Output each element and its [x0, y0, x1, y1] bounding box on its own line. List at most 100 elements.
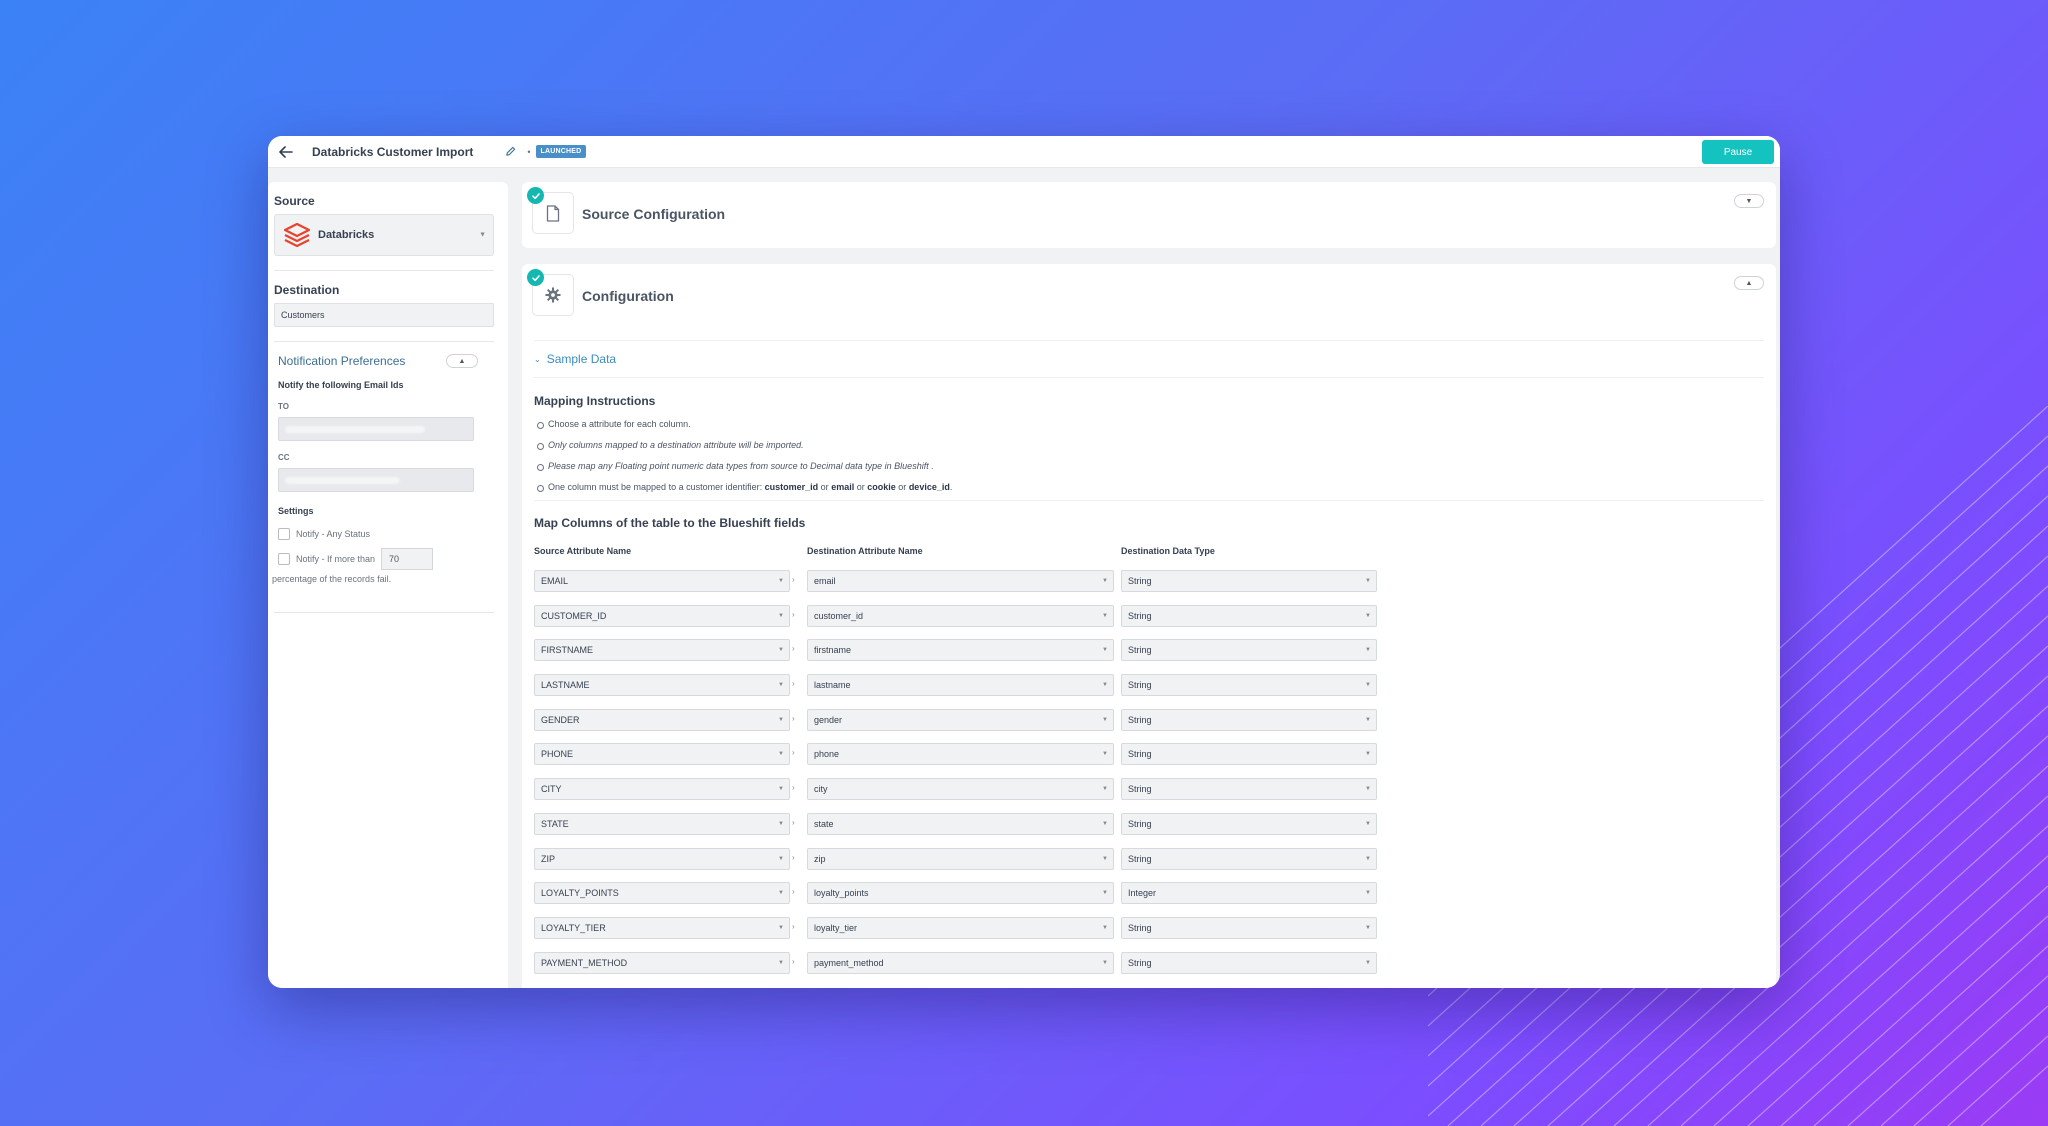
- expand-source-config-button[interactable]: ▼: [1734, 194, 1764, 208]
- chevron-right-icon: ›: [792, 887, 795, 897]
- redacted-text: [285, 425, 425, 433]
- caret-down-icon: ▼: [1365, 786, 1371, 793]
- threshold-input[interactable]: 70: [381, 548, 434, 570]
- source-configuration-card: Source Configuration ▼: [522, 182, 1776, 248]
- chevron-right-icon: ›: [792, 783, 795, 793]
- to-email-field[interactable]: [278, 417, 474, 441]
- source-attribute-select[interactable]: LOYALTY_TIER ▼: [534, 916, 790, 939]
- source-attribute-select[interactable]: CITY ▼: [534, 778, 790, 801]
- caret-down-icon: ▼: [778, 612, 784, 619]
- notification-title: Notification Preferences: [278, 354, 406, 368]
- destination-attribute-select[interactable]: state ▼: [807, 812, 1114, 835]
- destination-attribute-value: loyalty_points: [814, 888, 869, 899]
- source-attribute-select[interactable]: PAYMENT_METHOD ▼: [534, 951, 790, 974]
- source-attribute-select[interactable]: FIRSTNAME ▼: [534, 639, 790, 662]
- destination-attribute-select[interactable]: gender ▼: [807, 708, 1114, 731]
- collapse-config-button[interactable]: ▲: [1734, 276, 1764, 290]
- source-attribute-value: PHONE: [541, 749, 574, 760]
- source-attribute-value: GENDER: [541, 714, 580, 725]
- destination-attribute-select[interactable]: customer_id ▼: [807, 604, 1114, 627]
- app-window: Databricks Customer Import • LAUNCHED Pa…: [268, 136, 1780, 988]
- chevron-right-icon: ›: [792, 852, 795, 862]
- destination-attribute-select[interactable]: firstname ▼: [807, 639, 1114, 662]
- divider: [274, 270, 494, 271]
- source-select[interactable]: Databricks ▼: [274, 214, 494, 256]
- data-type-value: String: [1128, 853, 1152, 864]
- destination-attribute-select[interactable]: payment_method ▼: [807, 951, 1114, 974]
- destination-attribute-value: city: [814, 784, 828, 795]
- caret-down-icon: ▼: [1102, 855, 1108, 862]
- source-attribute-select[interactable]: STATE ▼: [534, 812, 790, 835]
- caret-down-icon: ▼: [1102, 786, 1108, 793]
- chevron-right-icon: ›: [792, 921, 795, 931]
- destination-attribute-select[interactable]: loyalty_points ▼: [807, 882, 1114, 905]
- data-type-select[interactable]: String ▼: [1121, 570, 1377, 592]
- data-type-select[interactable]: String ▼: [1121, 812, 1377, 835]
- data-type-select[interactable]: String ▼: [1121, 847, 1377, 870]
- caret-down-icon: ▼: [778, 647, 784, 654]
- destination-attribute-select[interactable]: lastname ▼: [807, 674, 1114, 697]
- sample-data-section: ⌄ Sample Data: [534, 340, 1764, 378]
- any-status-checkbox[interactable]: [278, 528, 290, 540]
- destination-attribute-select[interactable]: city ▼: [807, 778, 1114, 801]
- source-attribute-select[interactable]: ZIP ▼: [534, 847, 790, 870]
- data-type-select[interactable]: String ▼: [1121, 639, 1377, 662]
- data-type-select[interactable]: String ▼: [1121, 708, 1377, 731]
- data-type-select[interactable]: String ▼: [1121, 674, 1377, 697]
- destination-field[interactable]: Customers: [274, 303, 494, 327]
- caret-down-icon: ▼: [479, 231, 486, 239]
- source-attribute-value: LOYALTY_POINTS: [541, 888, 619, 899]
- source-attribute-select[interactable]: GENDER ▼: [534, 708, 790, 731]
- caret-down-icon: ▼: [778, 578, 784, 584]
- source-attribute-select[interactable]: EMAIL ▼: [534, 570, 790, 592]
- caret-down-icon: ▼: [778, 924, 784, 931]
- destination-attribute-select[interactable]: zip ▼: [807, 847, 1114, 870]
- caret-down-icon: ▼: [1102, 890, 1108, 897]
- caret-down-icon: ▼: [1102, 959, 1108, 966]
- source-attribute-select[interactable]: LOYALTY_POINTS ▼: [534, 882, 790, 905]
- edit-title-button[interactable]: [501, 143, 519, 161]
- source-attribute-select[interactable]: CUSTOMER_ID ▼: [534, 604, 790, 627]
- back-button[interactable]: [274, 140, 298, 164]
- threshold-option: Notify - If more than 70: [278, 548, 502, 570]
- data-type-select[interactable]: String ▼: [1121, 951, 1377, 974]
- data-type-select[interactable]: Integer ▼: [1121, 882, 1377, 905]
- caret-down-icon: ▼: [1102, 612, 1108, 619]
- data-type-select[interactable]: String ▼: [1121, 916, 1377, 939]
- data-type-select[interactable]: String ▼: [1121, 778, 1377, 801]
- data-type-value: String: [1128, 576, 1152, 586]
- collapse-notifications-button[interactable]: ▲: [446, 354, 478, 368]
- caret-down-icon: ▼: [1365, 751, 1371, 758]
- destination-attribute-value: firstname: [814, 645, 852, 656]
- mapping-instructions-title: Mapping Instructions: [534, 394, 656, 408]
- caret-down-icon: ▼: [1365, 682, 1371, 689]
- any-status-label: Notify - Any Status: [296, 529, 371, 539]
- data-type-select[interactable]: String ▼: [1121, 743, 1377, 766]
- destination-attribute-select[interactable]: loyalty_tier ▼: [807, 916, 1114, 939]
- source-attribute-select[interactable]: LASTNAME ▼: [534, 674, 790, 697]
- destination-attribute-value: email: [814, 576, 836, 586]
- data-type-value: String: [1128, 680, 1152, 691]
- pause-button[interactable]: Pause: [1702, 140, 1774, 164]
- threshold-note: percentage of the records fail.: [272, 574, 392, 584]
- destination-attribute-select[interactable]: email ▼: [807, 570, 1114, 592]
- destination-attribute-select[interactable]: phone ▼: [807, 743, 1114, 766]
- data-type-select[interactable]: String ▼: [1121, 604, 1377, 627]
- caret-down-icon: ▼: [778, 820, 784, 827]
- mapping-instructions-list: Choose a attribute for each column. Only…: [536, 414, 952, 498]
- chevron-up-icon: ▲: [458, 357, 466, 365]
- data-type-value: String: [1128, 749, 1152, 760]
- threshold-checkbox[interactable]: [278, 553, 290, 565]
- databricks-logo-icon: [283, 222, 311, 248]
- chevron-right-icon: ›: [792, 679, 795, 689]
- data-type-value: String: [1128, 714, 1152, 725]
- destination-attr-header: Destination Attribute Name: [807, 546, 923, 556]
- caret-down-icon: ▼: [1365, 612, 1371, 619]
- caret-down-icon: ▼: [778, 716, 784, 723]
- source-attribute-select[interactable]: PHONE ▼: [534, 743, 790, 766]
- instruction-item: One column must be mapped to a customer …: [536, 477, 952, 498]
- cc-email-field[interactable]: [278, 468, 474, 492]
- sample-data-toggle[interactable]: ⌄ Sample Data: [534, 352, 616, 366]
- config-title: Configuration: [582, 288, 674, 304]
- caret-down-icon: ▼: [1365, 647, 1371, 654]
